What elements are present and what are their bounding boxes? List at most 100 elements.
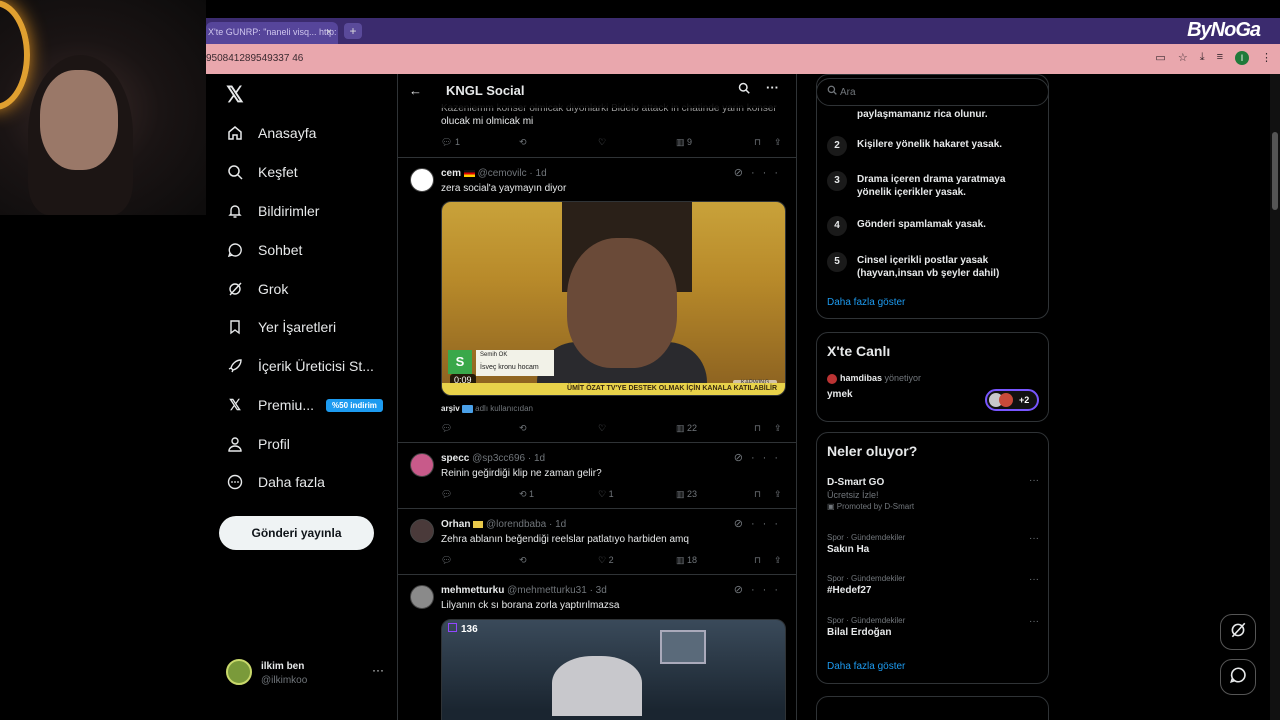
- grok-icon[interactable]: ⊘: [734, 584, 751, 596]
- more-icon[interactable]: ···: [1029, 475, 1039, 486]
- nav-item-notifications[interactable]: Bildirimler: [226, 196, 319, 226]
- nav-item-profile[interactable]: Profil: [226, 429, 290, 459]
- author-name[interactable]: mehmetturku: [441, 585, 504, 596]
- address-bar[interactable]: 950841289549337 46 ▭ ☆ ⤓ ≡ I ⋮: [206, 44, 1280, 74]
- bookmark-icon[interactable]: ⊓: [754, 423, 761, 434]
- like-button[interactable]: ♡ 2: [598, 555, 614, 566]
- back-arrow-icon[interactable]: ←: [409, 83, 422, 98]
- repost-button[interactable]: ⟲ 1: [519, 489, 534, 500]
- nav-item-premium[interactable]: 𝕏 Premiu... %50 indirim: [226, 390, 383, 420]
- post-button[interactable]: Gönderi yayınla: [219, 516, 374, 550]
- account-more-icon[interactable]: ···: [372, 663, 384, 677]
- live-title: X'te Canlı: [827, 343, 891, 359]
- post-time: · 1d: [549, 519, 567, 530]
- author-name[interactable]: cem: [441, 168, 461, 179]
- nav-item-explore[interactable]: Keşfet: [226, 157, 298, 187]
- share-icon[interactable]: ⇪: [774, 137, 782, 148]
- scrollbar-thumb[interactable]: [1272, 132, 1278, 210]
- trend-item[interactable]: Spor · Gündemdekiler Sakın Ha ···: [827, 533, 1039, 555]
- views-button[interactable]: ▥ 9: [676, 137, 692, 148]
- nav-item-more[interactable]: Daha fazla: [226, 467, 325, 497]
- repost-button[interactable]: ⟲: [519, 555, 527, 566]
- live-participants[interactable]: +2: [985, 389, 1039, 411]
- post[interactable]: mehmetturku @mehmetturku31 · 3d ⊘··· Lil…: [398, 575, 796, 720]
- more-icon[interactable]: ···: [1029, 574, 1039, 585]
- x-icon: 𝕏: [228, 397, 242, 414]
- profile-icon[interactable]: I: [1235, 51, 1249, 65]
- nav-item-grok[interactable]: Grok: [226, 274, 288, 304]
- more-icon[interactable]: ···: [766, 80, 779, 95]
- grok-icon[interactable]: ⊘: [734, 167, 751, 179]
- star-icon[interactable]: ☆: [1178, 51, 1188, 65]
- reply-button[interactable]: 💬︎: [441, 489, 452, 500]
- reply-button[interactable]: 💬︎: [441, 555, 452, 566]
- author-handle[interactable]: @lorendbaba: [486, 519, 546, 530]
- like-button[interactable]: ♡: [598, 423, 606, 434]
- bookmark-icon[interactable]: ⊓: [754, 489, 761, 500]
- post[interactable]: cem @cemovilc · 1d ⊘··· zera social'a ya…: [398, 158, 796, 443]
- grok-fab-button[interactable]: [1220, 614, 1256, 650]
- views-button[interactable]: ▥ 23: [676, 489, 697, 500]
- rule-item: 5 Cinsel içerikli postlar yasak (hayvan,…: [827, 252, 1037, 282]
- video-player[interactable]: 136: [441, 619, 786, 720]
- cast-icon[interactable]: ▭: [1155, 51, 1165, 65]
- more-icon[interactable]: ···: [1029, 616, 1039, 627]
- more-icon[interactable]: ···: [751, 452, 786, 464]
- grok-icon[interactable]: ⊘: [734, 518, 751, 530]
- repost-button[interactable]: ⟲: [519, 137, 527, 148]
- trend-item[interactable]: Spor · Gündemdekiler Bilal Erdoğan ···: [827, 616, 1039, 638]
- share-icon[interactable]: ⇪: [774, 423, 782, 434]
- more-icon[interactable]: ···: [751, 167, 786, 179]
- account-switcher[interactable]: ilkim ben @ilkimkoo ···: [226, 659, 396, 689]
- repost-button[interactable]: ⟲: [519, 423, 527, 434]
- views-button[interactable]: ▥ 18: [676, 555, 697, 566]
- author-name[interactable]: specc: [441, 453, 469, 464]
- more-icon[interactable]: ···: [751, 518, 786, 530]
- share-icon[interactable]: ⇪: [774, 489, 782, 500]
- views-button[interactable]: ▥ 22: [676, 423, 697, 434]
- author-handle[interactable]: @mehmetturku31: [507, 585, 587, 596]
- bookmark-icon[interactable]: ⊓: [754, 137, 761, 148]
- bookmark-icon[interactable]: ⊓: [754, 555, 761, 566]
- menu-icon[interactable]: ⋮: [1261, 51, 1272, 65]
- like-button[interactable]: ♡: [598, 137, 606, 148]
- author-handle[interactable]: @cemovilc: [478, 168, 527, 179]
- rule-item: 3 Drama içeren drama yaratmaya yönelik i…: [827, 171, 1037, 201]
- nav-item-bookmarks[interactable]: Yer İşaretleri: [226, 312, 336, 342]
- download-icon[interactable]: ⤓: [1200, 51, 1205, 65]
- post[interactable]: Orhan @lorendbaba · 1d ⊘··· Zehra ablanı…: [398, 509, 796, 575]
- author-name[interactable]: Orhan: [441, 519, 470, 530]
- channel-chip: S: [448, 350, 472, 374]
- share-icon[interactable]: ⇪: [774, 555, 782, 566]
- host-avatar: [827, 373, 837, 384]
- search-input[interactable]: Ara: [816, 78, 1049, 106]
- x-logo[interactable]: 𝕏: [226, 82, 244, 108]
- more-icon[interactable]: ···: [1029, 533, 1039, 544]
- new-tab-button[interactable]: +: [344, 23, 362, 39]
- browser-window: X'te GUNRP: "naneli visq... http: × + By…: [206, 18, 1280, 720]
- post-actions: 💬︎ ⟲ 1 ♡ 1 ▥ 23 ⊓ ⇪: [441, 489, 786, 503]
- author-handle[interactable]: @sp3cc696: [472, 453, 525, 464]
- media-icon[interactable]: ≡: [1217, 51, 1223, 65]
- nav-item-creator-studio[interactable]: İçerik Üreticisi St...: [226, 351, 374, 381]
- messages-fab-button[interactable]: [1220, 659, 1256, 695]
- trend-item[interactable]: D-Smart GO Ücretsiz İzle! ▣ Promoted by …: [827, 475, 1039, 511]
- rules-more-link[interactable]: Daha fazla göster: [827, 297, 905, 308]
- reply-button[interactable]: 💬︎: [441, 423, 452, 434]
- tab-close-icon[interactable]: ×: [326, 27, 332, 38]
- reply-button[interactable]: 💬︎ 1: [441, 137, 460, 148]
- search-icon[interactable]: [738, 82, 750, 97]
- nav-item-chat[interactable]: Sohbet: [226, 235, 302, 265]
- trends-more-link[interactable]: Daha fazla göster: [827, 661, 905, 672]
- browser-tab[interactable]: X'te GUNRP: "naneli visq... http: ×: [206, 22, 338, 44]
- live-card[interactable]: X'te Canlı hamdibas yönetiyor ymek +2: [816, 332, 1049, 422]
- grok-icon[interactable]: ⊘: [734, 452, 751, 464]
- post[interactable]: specc @sp3cc696 · 1d ⊘··· Reinin geğirdi…: [398, 443, 796, 509]
- more-icon[interactable]: ···: [751, 584, 786, 596]
- video-player[interactable]: S Semih OK İsveç kronu hocam 0:09 KAPWIN…: [441, 201, 786, 396]
- nav-item-home[interactable]: Anasayfa: [226, 118, 316, 148]
- page-scrollbar[interactable]: [1270, 74, 1280, 720]
- url-text[interactable]: 950841289549337 46: [206, 53, 303, 64]
- trend-item[interactable]: Spor · Gündemdekiler #Hedef27 ···: [827, 574, 1039, 596]
- like-button[interactable]: ♡ 1: [598, 489, 614, 500]
